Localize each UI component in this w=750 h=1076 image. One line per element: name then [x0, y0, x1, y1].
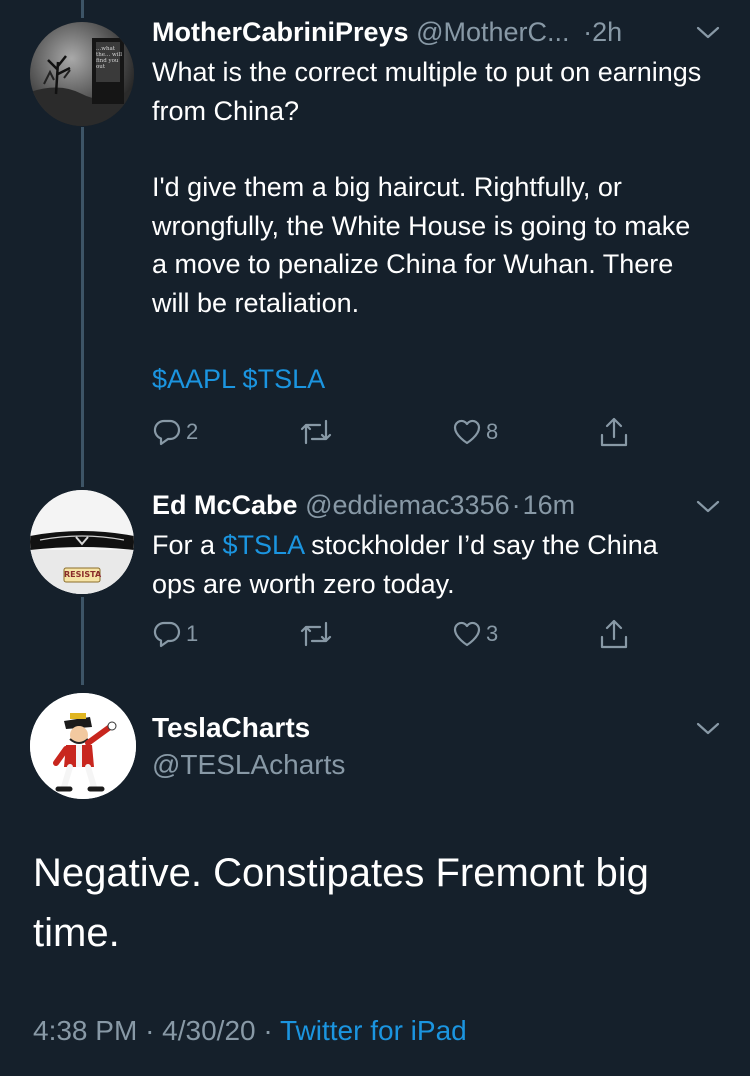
separator-dot: ·	[145, 1015, 155, 1046]
tweet-text: What is the correct multiple to put on e…	[152, 53, 712, 399]
reply-icon	[153, 621, 181, 648]
retweet-button[interactable]	[298, 616, 334, 652]
reply-count: 2	[186, 419, 199, 444]
tweet-time: 4:38 PM	[33, 1015, 138, 1046]
tweet-paragraph: What is the correct multiple to put on e…	[152, 57, 702, 126]
share-button[interactable]	[598, 616, 630, 652]
cashtag-link[interactable]: $AAPL $TSLA	[152, 364, 325, 394]
chevron-down-icon[interactable]	[695, 24, 721, 42]
tweet-actions: 1 3	[152, 616, 652, 652]
reply-icon	[153, 419, 181, 446]
share-icon	[600, 619, 628, 649]
retweet-icon	[300, 621, 332, 647]
share-icon	[600, 417, 628, 447]
tweet-date: 4/30/20	[162, 1015, 256, 1046]
like-icon	[453, 621, 481, 647]
like-count: 3	[486, 621, 499, 646]
thread-line	[81, 127, 84, 487]
tweet-text-segment: For a	[152, 530, 223, 560]
avatar-caption: ...what the... will find you out	[96, 46, 122, 70]
like-button[interactable]: 3	[452, 616, 498, 652]
like-count: 8	[486, 419, 499, 444]
chevron-down-icon[interactable]	[695, 720, 721, 738]
reply-button[interactable]: 2	[152, 414, 198, 450]
separator-dot: ·	[263, 1015, 273, 1046]
avatar[interactable]: ...what the... will find you out	[30, 22, 134, 126]
author-handle[interactable]: @eddiemac3356	[305, 490, 510, 520]
tweet-thread-page: ...what the... will find you out MotherC…	[0, 0, 750, 1076]
chevron-down-icon[interactable]	[695, 498, 721, 516]
retweet-button[interactable]	[298, 414, 334, 450]
thread-line	[81, 597, 84, 685]
tweet-source-link[interactable]: Twitter for iPad	[280, 1015, 467, 1046]
tweet-header: MotherCabriniPreys @MotherC... ·2h	[152, 14, 622, 50]
tweet-actions: 2 8	[152, 414, 652, 450]
license-plate-text: RESISTA	[64, 570, 102, 579]
like-button[interactable]: 8	[452, 414, 498, 450]
timestamp[interactable]: 16m	[523, 490, 576, 520]
tweet-paragraph: I'd give them a big haircut. Rightfully,…	[152, 172, 691, 318]
author-name[interactable]: MotherCabriniPreys	[152, 17, 409, 47]
like-icon	[453, 419, 481, 445]
author-name[interactable]: TeslaCharts	[152, 709, 310, 747]
share-button[interactable]	[598, 414, 630, 450]
separator-dot: ·	[511, 490, 521, 520]
author-name[interactable]: Ed McCabe	[152, 490, 298, 520]
cashtag-link[interactable]: $TSLA	[223, 530, 304, 560]
author-handle[interactable]: @TESLAcharts	[152, 746, 345, 784]
reply-count: 1	[186, 621, 199, 646]
tweet-header: Ed McCabe @eddiemac3356·16m	[152, 487, 575, 523]
author-handle[interactable]: @MotherC...	[416, 17, 569, 47]
avatar[interactable]	[30, 693, 136, 799]
reply-button[interactable]: 1	[152, 616, 198, 652]
separator-dot: ·	[583, 17, 593, 47]
retweet-icon	[300, 419, 332, 445]
thread-line	[81, 0, 84, 18]
tweet-metadata: 4:38 PM · 4/30/20 · Twitter for iPad	[33, 1013, 467, 1049]
timestamp[interactable]: 2h	[592, 17, 622, 47]
tweet-text: For a $TSLA stockholder I’d say the Chin…	[152, 526, 672, 603]
avatar[interactable]: RESISTA	[30, 490, 134, 594]
main-tweet-text: Negative. Constipates Fremont big time.	[33, 851, 649, 955]
